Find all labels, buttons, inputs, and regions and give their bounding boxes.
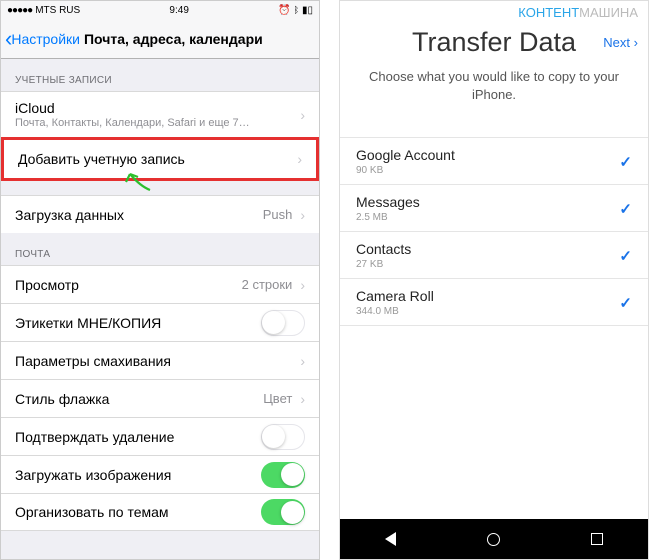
carrier-label: MTS RUS bbox=[35, 5, 80, 16]
row-labels[interactable]: Этикетки МНЕ/КОПИЯ bbox=[1, 303, 319, 341]
load-images-label: Загружать изображения bbox=[15, 467, 171, 483]
section-header-accounts: УЧЕТНЫЕ ЗАПИСИ bbox=[1, 59, 319, 91]
chevron-right-icon: › bbox=[634, 35, 638, 50]
row-confirm-delete[interactable]: Подтверждать удаление bbox=[1, 417, 319, 455]
flag-value: Цвет bbox=[263, 391, 292, 406]
android-home-icon[interactable] bbox=[487, 533, 500, 546]
add-account-label: Добавить учетную запись bbox=[18, 151, 185, 167]
row-organize[interactable]: Организовать по темам bbox=[1, 493, 319, 531]
load-images-switch[interactable] bbox=[261, 462, 305, 488]
ios-status-bar: ●●●●● MTS RUS 9:49 ⏰ ᛒ ▮▯ bbox=[1, 1, 319, 19]
transfer-item-camera[interactable]: Camera Roll 344.0 MB ✓ bbox=[340, 279, 648, 326]
android-nav-bar bbox=[340, 519, 648, 559]
row-add-account[interactable]: Добавить учетную запись › bbox=[4, 140, 316, 178]
row-fetch[interactable]: Загрузка данных Push › bbox=[1, 195, 319, 233]
android-back-icon[interactable] bbox=[385, 532, 396, 546]
chevron-right-icon: › bbox=[300, 353, 305, 369]
watermark-part2: МАШИНА bbox=[579, 5, 638, 20]
icloud-title: iCloud bbox=[15, 100, 250, 116]
transfer-item-messages[interactable]: Messages 2.5 MB ✓ bbox=[340, 185, 648, 232]
item-name: Messages bbox=[356, 194, 420, 210]
item-size: 2.5 MB bbox=[356, 212, 420, 223]
bluetooth-icon: ᛒ bbox=[294, 5, 299, 15]
chevron-right-icon: › bbox=[300, 207, 305, 223]
back-button[interactable]: ‹ Настройки bbox=[5, 26, 80, 52]
back-label: Настройки bbox=[11, 31, 80, 47]
android-recents-icon[interactable] bbox=[591, 533, 603, 545]
transfer-item-google[interactable]: Google Account 90 KB ✓ bbox=[340, 138, 648, 185]
item-name: Contacts bbox=[356, 241, 411, 257]
row-swipe[interactable]: Параметры смахивания › bbox=[1, 341, 319, 379]
check-icon: ✓ bbox=[619, 200, 632, 218]
row-preview[interactable]: Просмотр 2 строки › bbox=[1, 265, 319, 303]
preview-label: Просмотр bbox=[15, 277, 79, 293]
item-size: 27 KB bbox=[356, 259, 411, 270]
transfer-item-contacts[interactable]: Contacts 27 KB ✓ bbox=[340, 232, 648, 279]
watermark-part1: КОНТЕНТ bbox=[518, 5, 579, 20]
fetch-label: Загрузка данных bbox=[15, 207, 124, 223]
status-time: 9:49 bbox=[169, 5, 188, 16]
ios-nav-bar: ‹ Настройки Почта, адреса, календари bbox=[1, 19, 319, 59]
watermark: КОНТЕНТМАШИНА Next › bbox=[518, 5, 638, 50]
check-icon: ✓ bbox=[619, 294, 632, 312]
labels-switch[interactable] bbox=[261, 310, 305, 336]
item-size: 344.0 MB bbox=[356, 306, 434, 317]
confirm-delete-switch[interactable] bbox=[261, 424, 305, 450]
ios-settings-screen: ●●●●● MTS RUS 9:49 ⏰ ᛒ ▮▯ ‹ Настройки По… bbox=[0, 0, 320, 560]
chevron-right-icon: › bbox=[300, 391, 305, 407]
alarm-icon: ⏰ bbox=[278, 5, 290, 16]
next-link[interactable]: Next › bbox=[518, 35, 638, 50]
android-transfer-screen: КОНТЕНТМАШИНА Next › Transfer Data Choos… bbox=[339, 0, 649, 560]
section-header-mail: ПОЧТА bbox=[1, 233, 319, 265]
highlight-annotation: Добавить учетную запись › bbox=[1, 137, 319, 181]
row-icloud[interactable]: iCloud Почта, Контакты, Календари, Safar… bbox=[1, 91, 319, 137]
chevron-right-icon: › bbox=[300, 277, 305, 293]
chevron-right-icon: › bbox=[300, 107, 305, 123]
swipe-label: Параметры смахивания bbox=[15, 353, 171, 369]
item-name: Google Account bbox=[356, 147, 455, 163]
icloud-sub: Почта, Контакты, Календари, Safari и еще… bbox=[15, 117, 250, 129]
preview-value: 2 строки bbox=[242, 277, 293, 292]
check-icon: ✓ bbox=[619, 153, 632, 171]
check-icon: ✓ bbox=[619, 247, 632, 265]
confirm-delete-label: Подтверждать удаление bbox=[15, 429, 174, 445]
item-size: 90 KB bbox=[356, 165, 455, 176]
transfer-list: Google Account 90 KB ✓ Messages 2.5 MB ✓… bbox=[340, 137, 648, 326]
organize-label: Организовать по темам bbox=[15, 504, 169, 520]
labels-label: Этикетки МНЕ/КОПИЯ bbox=[15, 315, 161, 331]
flag-label: Стиль флажка bbox=[15, 391, 109, 407]
battery-icon: ▮▯ bbox=[302, 5, 313, 16]
organize-switch[interactable] bbox=[261, 499, 305, 525]
row-flag[interactable]: Стиль флажка Цвет › bbox=[1, 379, 319, 417]
item-name: Camera Roll bbox=[356, 288, 434, 304]
chevron-right-icon: › bbox=[297, 151, 302, 167]
transfer-subtitle: Choose what you would like to copy to yo… bbox=[340, 58, 648, 103]
fetch-value: Push bbox=[263, 207, 293, 222]
signal-dots-icon: ●●●●● bbox=[7, 5, 32, 16]
page-title: Почта, адреса, календари bbox=[84, 31, 263, 47]
row-load-images[interactable]: Загружать изображения bbox=[1, 455, 319, 493]
